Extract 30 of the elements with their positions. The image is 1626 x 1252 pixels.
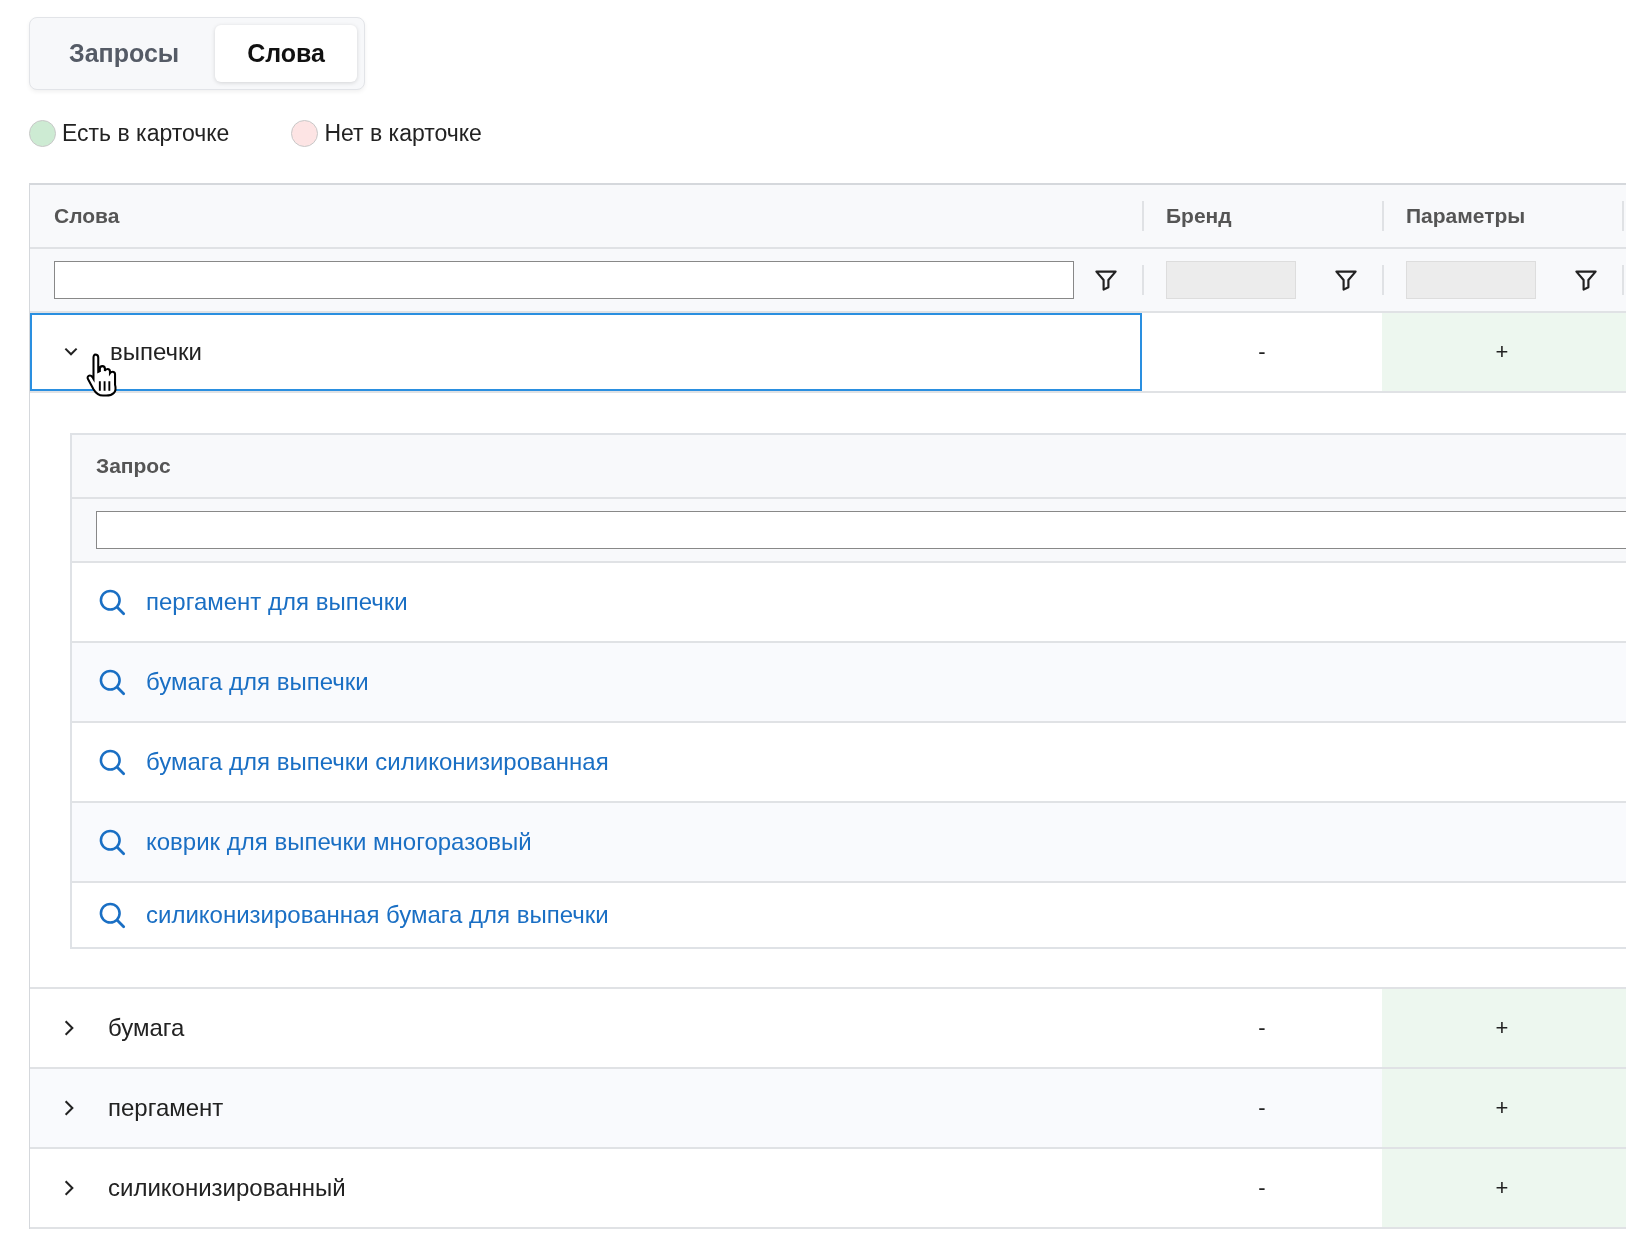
search-icon[interactable] — [98, 668, 126, 696]
tab[interactable]: Слова — [215, 25, 357, 82]
word-cell[interactable]: силиконизированный — [30, 1149, 1142, 1227]
word-cell[interactable]: пергамент — [30, 1069, 1142, 1147]
query-link[interactable]: бумага для выпечки — [146, 668, 369, 696]
query-link[interactable]: коврик для выпечки многоразовый — [146, 828, 532, 856]
column-header: Параметры — [1406, 204, 1526, 228]
search-icon[interactable] — [98, 588, 126, 616]
search-icon[interactable] — [98, 748, 126, 776]
search-icon[interactable] — [98, 901, 126, 929]
tab[interactable]: Запросы — [37, 25, 212, 82]
brand-cell-text: - — [1257, 338, 1267, 366]
filter-icon[interactable] — [1574, 268, 1598, 292]
column-header: Запрос — [96, 454, 171, 478]
filter-input[interactable] — [54, 261, 1074, 299]
brand-cell-text: - — [1257, 1174, 1267, 1202]
query-link[interactable]: бумага для выпечки силиконизированная — [146, 748, 609, 776]
legend-label: Нет в карточке — [324, 120, 482, 147]
query-link[interactable]: пергамент для выпечки — [146, 588, 408, 616]
column-header: Слова — [54, 204, 120, 228]
search-icon[interactable] — [98, 828, 126, 856]
brand-cell-text: - — [1257, 1014, 1267, 1042]
column-header: Бренд — [1166, 204, 1232, 228]
query-link[interactable]: силиконизированная бумага для выпечки — [146, 901, 609, 929]
legend-label: Есть в карточке — [62, 120, 230, 147]
filter-input[interactable] — [96, 511, 1626, 549]
word-cell[interactable]: бумага — [30, 989, 1142, 1067]
brand-cell-text: - — [1257, 1094, 1267, 1122]
filter-icon[interactable] — [1334, 268, 1358, 292]
filter-icon[interactable] — [1094, 268, 1118, 292]
